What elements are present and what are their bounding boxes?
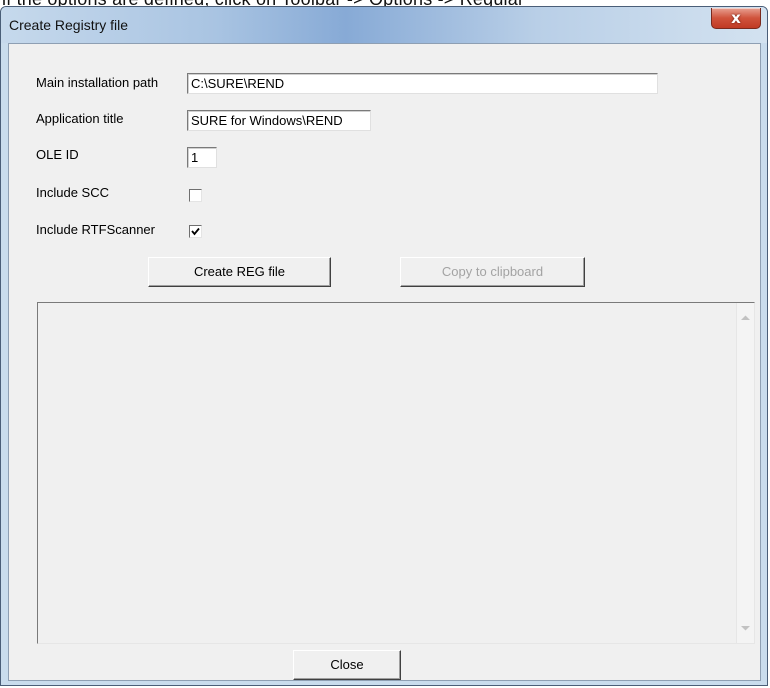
main-path-label: Main installation path (36, 75, 159, 90)
include-rtf-checkbox[interactable] (189, 225, 202, 238)
scroll-up-arrow-icon[interactable] (741, 315, 750, 321)
vertical-scrollbar[interactable] (736, 303, 754, 643)
output-memo[interactable] (37, 302, 755, 644)
dialog-client-area: Main installation path C:\SURE\REND Appl… (8, 43, 761, 681)
window-title: Create Registry file (9, 17, 129, 33)
include-scc-checkbox[interactable] (189, 189, 202, 202)
main-path-input[interactable]: C:\SURE\REND (187, 73, 658, 94)
checkmark-icon (191, 227, 200, 236)
scroll-down-arrow-icon[interactable] (741, 625, 750, 631)
app-title-label: Application title (36, 111, 124, 126)
create-reg-file-button[interactable]: Create REG file (148, 257, 331, 287)
include-rtf-label: Include RTFScanner (36, 222, 155, 237)
create-registry-dialog: Create Registry file x Main installation… (0, 6, 768, 686)
copy-to-clipboard-button[interactable]: Copy to clipboard (400, 257, 585, 287)
app-title-input[interactable]: SURE for Windows\REND (187, 110, 371, 131)
close-button[interactable]: Close (293, 650, 401, 680)
window-close-button[interactable]: x (711, 8, 761, 29)
title-bar[interactable]: Create Registry file x (1, 7, 767, 43)
ole-id-label: OLE ID (36, 147, 79, 162)
include-scc-label: Include SCC (36, 185, 109, 200)
close-icon: x (731, 9, 741, 27)
ole-id-input[interactable]: 1 (187, 147, 217, 168)
